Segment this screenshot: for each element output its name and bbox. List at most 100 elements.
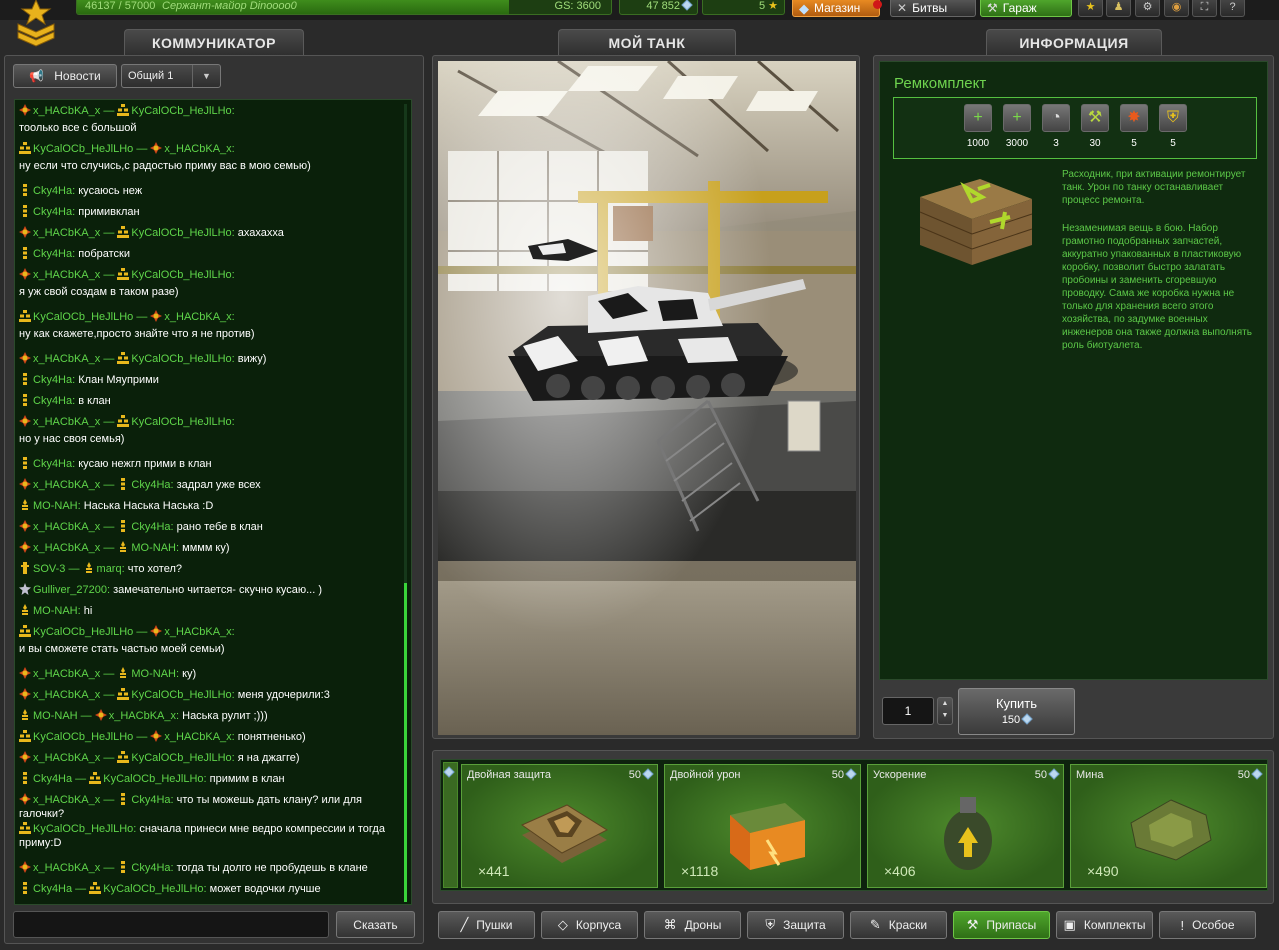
channel-select[interactable]: Общий 1 ▼: [121, 64, 221, 88]
chat-sender[interactable]: Cky4Ha: [33, 395, 72, 407]
chat-sender[interactable]: Cky4Ha: [33, 458, 72, 470]
chat-sender[interactable]: Cky4Ha: [33, 773, 72, 785]
chat-sender[interactable]: Cky4Ha: [33, 374, 72, 386]
chat-message: KyCalOCb_HeJlLHo — x_HACbKA_x: понятнень…: [19, 730, 403, 744]
wrench-timer-icon: ⚒: [1081, 104, 1109, 132]
chat-sender[interactable]: x_HACbKA_x: [33, 689, 100, 701]
chat-recipient[interactable]: KyCalOCb_HeJlLHo: [131, 269, 231, 281]
chat-text: ку): [182, 668, 197, 680]
items-carousel[interactable]: Двойная защита 50 ×441 Двойной урон 50 ×1118 У…: [440, 759, 1268, 891]
achievements-button[interactable]: ★: [1078, 0, 1103, 17]
chat-recipient[interactable]: KyCalOCb_HeJlLHo: [131, 416, 231, 428]
chat-message: SOV-3 — marq: что хотел?: [19, 562, 403, 576]
send-button[interactable]: Сказать: [336, 911, 415, 938]
chat-sender[interactable]: x_HACbKA_x: [33, 269, 100, 281]
chat-sender[interactable]: x_HACbKA_x: [33, 794, 100, 806]
chat-sender[interactable]: Gulliver_27200: [33, 584, 107, 596]
chat-sender[interactable]: MO-NAH: [33, 710, 78, 722]
chat-recipient[interactable]: KyCalOCb_HeJlLHo: [131, 752, 231, 764]
supply-item-price: 50: [1238, 768, 1263, 781]
chat-recipient[interactable]: x_HACbKA_x: [109, 710, 176, 722]
chat-recipient[interactable]: KyCalOCb_HeJlLHo: [131, 227, 231, 239]
chat-recipient[interactable]: Cky4Ha: [131, 521, 170, 533]
category-tab-supplies[interactable]: ⚒ Припасы: [953, 911, 1050, 939]
category-tab-label: Корпуса: [575, 918, 622, 932]
chat-sender[interactable]: KyCalOCb_HeJlLHo: [33, 143, 133, 155]
chat-recipient[interactable]: x_HACbKA_x: [164, 143, 231, 155]
chat-recipient[interactable]: KyCalOCb_HeJlLHo: [103, 883, 203, 895]
garage-button[interactable]: ⚒ Гараж: [980, 0, 1072, 17]
quantity-stepper[interactable]: ▲ ▼: [937, 697, 953, 725]
chat-recipient[interactable]: KyCalOCb_HeJlLHo: [131, 353, 231, 365]
chat-recipient[interactable]: KyCalOCb_HeJlLHo: [131, 105, 231, 117]
settings-button[interactable]: ⚙: [1135, 0, 1160, 17]
supply-item-card[interactable]: Мина 50 ×490: [1070, 764, 1267, 888]
chat-sender[interactable]: x_HACbKA_x: [33, 227, 100, 239]
chat-sender[interactable]: KyCalOCb_HeJlLHo: [33, 731, 133, 743]
friends-button[interactable]: ♟: [1106, 0, 1131, 17]
fullscreen-button[interactable]: ⛶: [1192, 0, 1217, 17]
chat-sender[interactable]: Cky4Ha: [33, 883, 72, 895]
chat-sender[interactable]: KyCalOCb_HeJlLHo: [33, 311, 133, 323]
chat-sender[interactable]: x_HACbKA_x: [33, 521, 100, 533]
chat-log[interactable]: x_HACbKA_x — KyCalOCb_HeJlLHo: тоолько в…: [14, 99, 412, 905]
garage-tank-preview[interactable]: [438, 61, 856, 735]
chat-sender[interactable]: Cky4Ha: [33, 206, 72, 218]
help-button[interactable]: ?: [1220, 0, 1245, 17]
chat-sender[interactable]: MO-NAH: [33, 605, 78, 617]
category-tab-paint[interactable]: ✎ Краски: [850, 911, 947, 939]
chat-recipient[interactable]: KyCalOCb_HeJlLHo: [103, 773, 203, 785]
battles-button[interactable]: ✕ Битвы: [890, 0, 976, 17]
chat-sender[interactable]: x_HACbKA_x: [33, 416, 100, 428]
chevron-down-icon[interactable]: ▼: [938, 710, 952, 722]
chat-sender[interactable]: SOV-3: [33, 563, 65, 575]
chat-input[interactable]: [13, 911, 329, 938]
chat-sender[interactable]: x_HACbKA_x: [33, 479, 100, 491]
supply-item-count: ×441: [478, 863, 510, 879]
chat-separator: —: [100, 269, 118, 281]
chat-sender[interactable]: x_HACbKA_x: [33, 353, 100, 365]
category-tab-hull[interactable]: ◇ Корпуса: [541, 911, 638, 939]
buy-button[interactable]: Купить 150: [958, 688, 1075, 735]
supply-item-card[interactable]: Ускорение 50 ×406: [867, 764, 1064, 888]
chat-sender[interactable]: KyCalOCb_HeJlLHo: [33, 626, 133, 638]
news-button[interactable]: 📢 Новости: [13, 64, 117, 88]
chat-recipient[interactable]: Cky4Ha: [131, 794, 170, 806]
chat-sender[interactable]: Cky4Ha: [33, 248, 72, 260]
carousel-left-handle[interactable]: [443, 762, 458, 888]
sound-button[interactable]: ◉: [1164, 0, 1189, 17]
chat-separator: —: [100, 479, 118, 491]
supply-item-card[interactable]: Двойная защита 50 ×441: [461, 764, 658, 888]
chat-sender[interactable]: x_HACbKA_x: [33, 542, 100, 554]
category-tab-shield[interactable]: ⛨ Защита: [747, 911, 844, 939]
chat-text: hi: [83, 605, 93, 617]
chat-recipient[interactable]: KyCalOCb_HeJlLHo: [131, 689, 231, 701]
category-tab-special[interactable]: ! Особое: [1159, 911, 1256, 939]
chat-scrollbar[interactable]: [404, 104, 407, 902]
crystals-counter: 47 852: [619, 0, 698, 15]
supply-item-card[interactable]: Двойной урон 50 ×1118: [664, 764, 861, 888]
battles-label: Битвы: [912, 0, 948, 15]
category-tab-kits[interactable]: ▣ Комплекты: [1056, 911, 1153, 939]
chat-recipient[interactable]: x_HACbKA_x: [164, 311, 231, 323]
chat-recipient[interactable]: MO-NAH: [131, 542, 176, 554]
chat-sender[interactable]: x_HACbKA_x: [33, 862, 100, 874]
chat-recipient[interactable]: x_HACbKA_x: [164, 626, 231, 638]
chat-sender[interactable]: KyCalOCb_HeJlLHo: [33, 823, 133, 835]
chat-recipient[interactable]: Cky4Ha: [131, 862, 170, 874]
category-tab-drone[interactable]: ⌘ Дроны: [644, 911, 741, 939]
chat-sender[interactable]: x_HACbKA_x: [33, 668, 100, 680]
shop-button[interactable]: ◆ Магазин: [792, 0, 880, 17]
chat-recipient[interactable]: Cky4Ha: [131, 479, 170, 491]
chat-sender[interactable]: x_HACbKA_x: [33, 105, 100, 117]
quantity-input[interactable]: 1: [882, 697, 934, 725]
chat-recipient[interactable]: MO-NAH: [131, 668, 176, 680]
chat-sender[interactable]: Cky4Ha: [33, 185, 72, 197]
chat-recipient[interactable]: marq: [97, 563, 122, 575]
chat-sender[interactable]: MO-NAH: [33, 500, 78, 512]
chat-scrollbar-thumb[interactable]: [404, 583, 407, 902]
chat-recipient[interactable]: x_HACbKA_x: [164, 731, 231, 743]
chevron-up-icon[interactable]: ▲: [938, 698, 952, 710]
chat-sender[interactable]: x_HACbKA_x: [33, 752, 100, 764]
category-tab-gun[interactable]: ╱ Пушки: [438, 911, 535, 939]
